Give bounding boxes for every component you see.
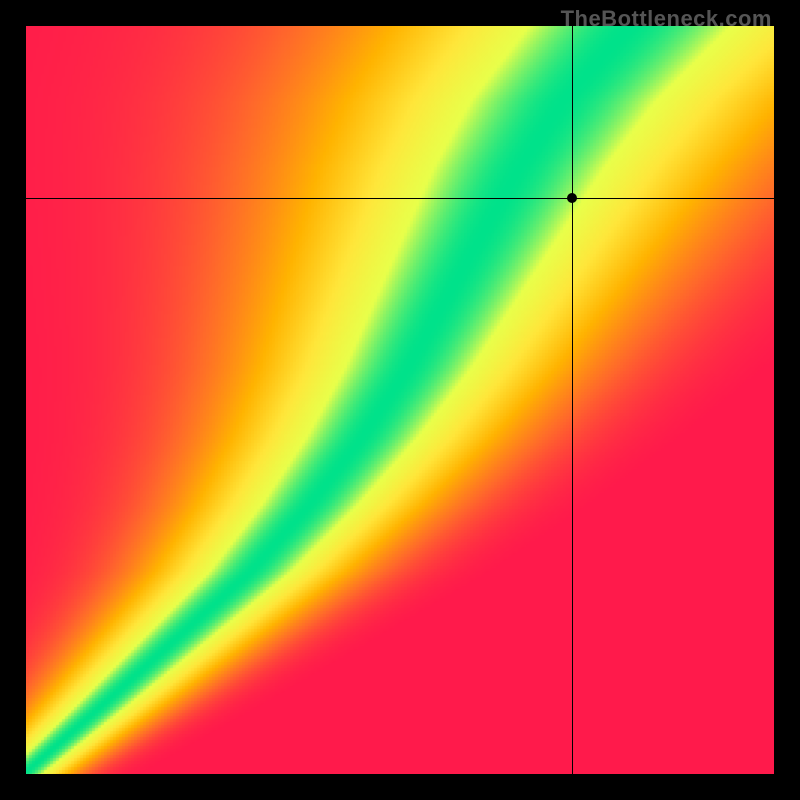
crosshair-horizontal [26,198,774,199]
marker-dot [567,193,577,203]
chart-root: TheBottleneck.com [0,0,800,800]
watermark-text: TheBottleneck.com [561,6,772,32]
crosshair-vertical [572,26,573,774]
heatmap-canvas [26,26,774,774]
plot-frame [26,26,774,774]
